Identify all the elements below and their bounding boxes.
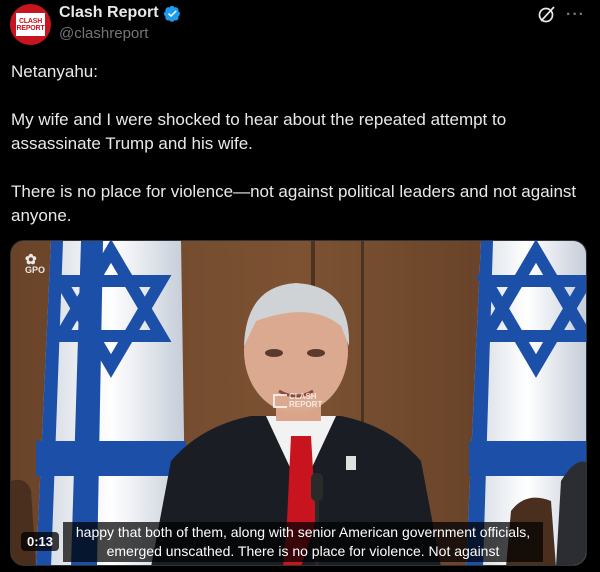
author-display-name[interactable]: Clash Report xyxy=(59,4,159,22)
video-subtitle: happy that both of them, along with seni… xyxy=(63,522,543,562)
tweet-line-2: My wife and I were shocked to hear about… xyxy=(11,110,507,153)
video-timestamp: 0:13 xyxy=(21,532,60,551)
verified-badge-icon xyxy=(163,5,180,22)
gpo-logo: ✿ GPO xyxy=(25,251,46,275)
gpo-emblem-icon: ✿ xyxy=(25,251,37,267)
video-player[interactable]: ✿ GPO CLASH REPORT happy that both of th… xyxy=(10,240,587,566)
avatar-logo: CLASH REPORT xyxy=(16,13,45,36)
subtitle-line1: happy that both of them, along with seni… xyxy=(75,524,531,540)
author-name-row[interactable]: Clash Report xyxy=(59,4,181,22)
avatar[interactable]: CLASH REPORT xyxy=(10,4,51,45)
avatar-text-line2: REPORT xyxy=(16,24,45,32)
grok-icon[interactable] xyxy=(537,4,557,24)
more-icon[interactable]: ··· xyxy=(566,6,585,24)
avatar-text-line1: CLASH xyxy=(18,17,43,25)
tweet-line-3: There is no place for violence—not again… xyxy=(11,182,577,225)
tweet-line-1: Netanyahu: xyxy=(11,62,98,81)
tweet-text: Netanyahu: My wife and I were shocked to… xyxy=(11,60,591,228)
subtitle-line2: emerged unscathed. There is no place for… xyxy=(106,543,500,559)
author-handle[interactable]: @clashreport xyxy=(59,25,148,42)
gpo-logo-text: GPO xyxy=(25,265,46,275)
watermark-bracket-icon xyxy=(273,394,287,408)
clash-report-watermark: CLASH REPORT xyxy=(273,393,322,409)
watermark-line2: REPORT xyxy=(289,400,323,409)
